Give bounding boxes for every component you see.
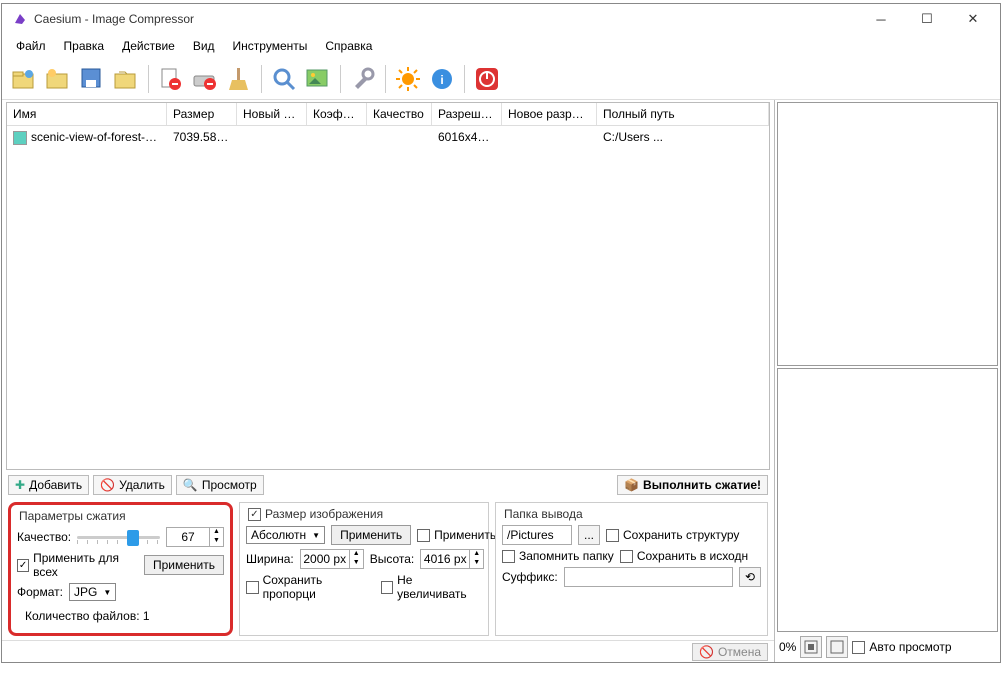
maximize-button[interactable]: ☐ [904,4,950,34]
thumbnail-icon [13,131,27,145]
preview-before [777,102,998,366]
cell-size: 7039.58 Kb [167,128,237,147]
height-spinner[interactable]: ▲▼ [420,549,484,569]
add-button[interactable]: ✚Добавить [8,475,89,495]
no-enlarge-checkbox[interactable]: Не увеличивать [381,573,483,601]
compress-button[interactable]: 📦Выполнить сжатие! [617,475,768,495]
resize-apply-button[interactable]: Применить [331,525,411,545]
remove-drive-icon[interactable] [191,65,219,93]
actual-button[interactable] [826,636,848,658]
compression-panel: Параметры сжатия Качество: ▲▼ ✓П [8,502,233,636]
info-icon[interactable]: i [428,65,456,93]
magnifier-icon: 🔍 [183,478,198,492]
resize-mode-select[interactable]: Абсолютн▼ [246,526,325,544]
app-icon [12,11,28,27]
cell-newresolution [502,128,597,147]
save-icon[interactable] [78,65,106,93]
apply-quality-button[interactable]: Применить [144,555,224,575]
remember-folder-checkbox[interactable]: Запомнить папку [502,549,614,563]
tools-icon[interactable] [349,65,377,93]
browse-button[interactable]: ... [578,525,600,545]
col-newresolution[interactable]: Новое разрешен [502,103,597,125]
output-path-input[interactable] [502,525,572,545]
keep-structure-checkbox[interactable]: Сохранить структуру [606,528,739,542]
cell-ratio [307,128,367,147]
menu-action[interactable]: Действие [114,36,183,56]
cell-resolution: 6016x4016 [432,128,502,147]
remove-doc-icon[interactable] [157,65,185,93]
col-name[interactable]: Имя [7,103,167,125]
width-label: Ширина: [246,552,294,566]
quality-slider[interactable] [77,528,160,546]
col-resolution[interactable]: Разрешени [432,103,502,125]
window-title: Caesium - Image Compressor [34,12,858,26]
preview-button[interactable]: 🔍Просмотр [176,475,264,495]
cell-newsize [237,128,307,147]
close-button[interactable]: ✕ [950,4,996,34]
col-ratio[interactable]: Коэффици [307,103,367,125]
zoom-percent: 0% [779,640,796,654]
format-select[interactable]: JPG▼ [69,583,116,601]
chevron-down-icon: ▼ [103,588,111,597]
svg-text:i: i [440,73,443,87]
panel-title: Папка вывода [502,507,761,521]
menu-view[interactable]: Вид [185,36,223,56]
col-path[interactable]: Полный путь [597,103,769,125]
power-icon[interactable] [473,65,501,93]
height-label: Высота: [370,552,415,566]
toolbar: i [2,58,1000,100]
refresh-icon: ⟲ [745,570,755,584]
open-folder-icon[interactable] [44,65,72,93]
cell-path: C:/Users ... [597,128,769,147]
delete-button[interactable]: 🚫Удалить [93,475,172,495]
fit-button[interactable] [800,636,822,658]
open-dest-icon[interactable] [112,65,140,93]
file-count: Количество файлов: 1 [17,605,224,627]
menu-edit[interactable]: Правка [56,36,113,56]
quality-spinner[interactable]: ▲▼ [166,527,224,547]
table-row[interactable]: scenic-view-of-forest-du... 7039.58 Kb 6… [7,126,769,149]
quality-input[interactable] [167,530,209,544]
panel-title: Параметры сжатия [17,509,224,523]
menu-bar: Файл Правка Действие Вид Инструменты Спр… [2,34,1000,58]
output-panel: Папка вывода ... Сохранить структуру Зап… [495,502,768,636]
compress-icon: 📦 [624,478,639,492]
file-table: Имя Размер Новый разм Коэффици Качество … [6,102,770,470]
spin-down-icon[interactable]: ▼ [209,537,223,546]
auto-preview-checkbox[interactable]: Авто просмотр [852,640,951,654]
menu-tools[interactable]: Инструменты [225,36,316,56]
format-label: Формат: [17,585,63,599]
col-quality[interactable]: Качество [367,103,432,125]
cancel-button[interactable]: 🚫Отмена [692,643,768,661]
open-file-icon[interactable] [10,65,38,93]
col-size[interactable]: Размер [167,103,237,125]
width-spinner[interactable]: ▲▼ [300,549,364,569]
plus-icon: ✚ [15,478,25,492]
quality-label: Качество: [17,530,71,544]
suffix-reset-button[interactable]: ⟲ [739,567,761,587]
cell-quality [367,128,432,147]
resize-panel: ✓Размер изображения Абсолютн▼ Применить … [239,502,489,636]
minimize-button[interactable]: ─ [858,4,904,34]
resize-apply-checkbox[interactable]: Применить [417,528,496,542]
picture-icon[interactable] [304,65,332,93]
apply-all-checkbox[interactable]: ✓Применить для всех [17,551,138,579]
resize-enable-checkbox[interactable]: ✓Размер изображения [246,507,482,521]
preview-after [777,368,998,632]
broom-icon[interactable] [225,65,253,93]
cell-name: scenic-view-of-forest-du... [31,130,167,144]
menu-file[interactable]: Файл [8,36,54,56]
sun-icon[interactable] [394,65,422,93]
chevron-down-icon: ▼ [312,531,320,540]
keep-aspect-checkbox[interactable]: Сохранить пропорци [246,573,375,601]
save-original-checkbox[interactable]: Сохранить в исходн [620,549,748,563]
no-entry-icon: 🚫 [100,478,115,492]
magnifier-icon[interactable] [270,65,298,93]
menu-help[interactable]: Справка [317,36,380,56]
suffix-input[interactable] [564,567,733,587]
no-entry-icon: 🚫 [699,645,714,659]
col-newsize[interactable]: Новый разм [237,103,307,125]
suffix-label: Суффикс: [502,570,558,584]
spin-up-icon[interactable]: ▲ [209,528,223,537]
